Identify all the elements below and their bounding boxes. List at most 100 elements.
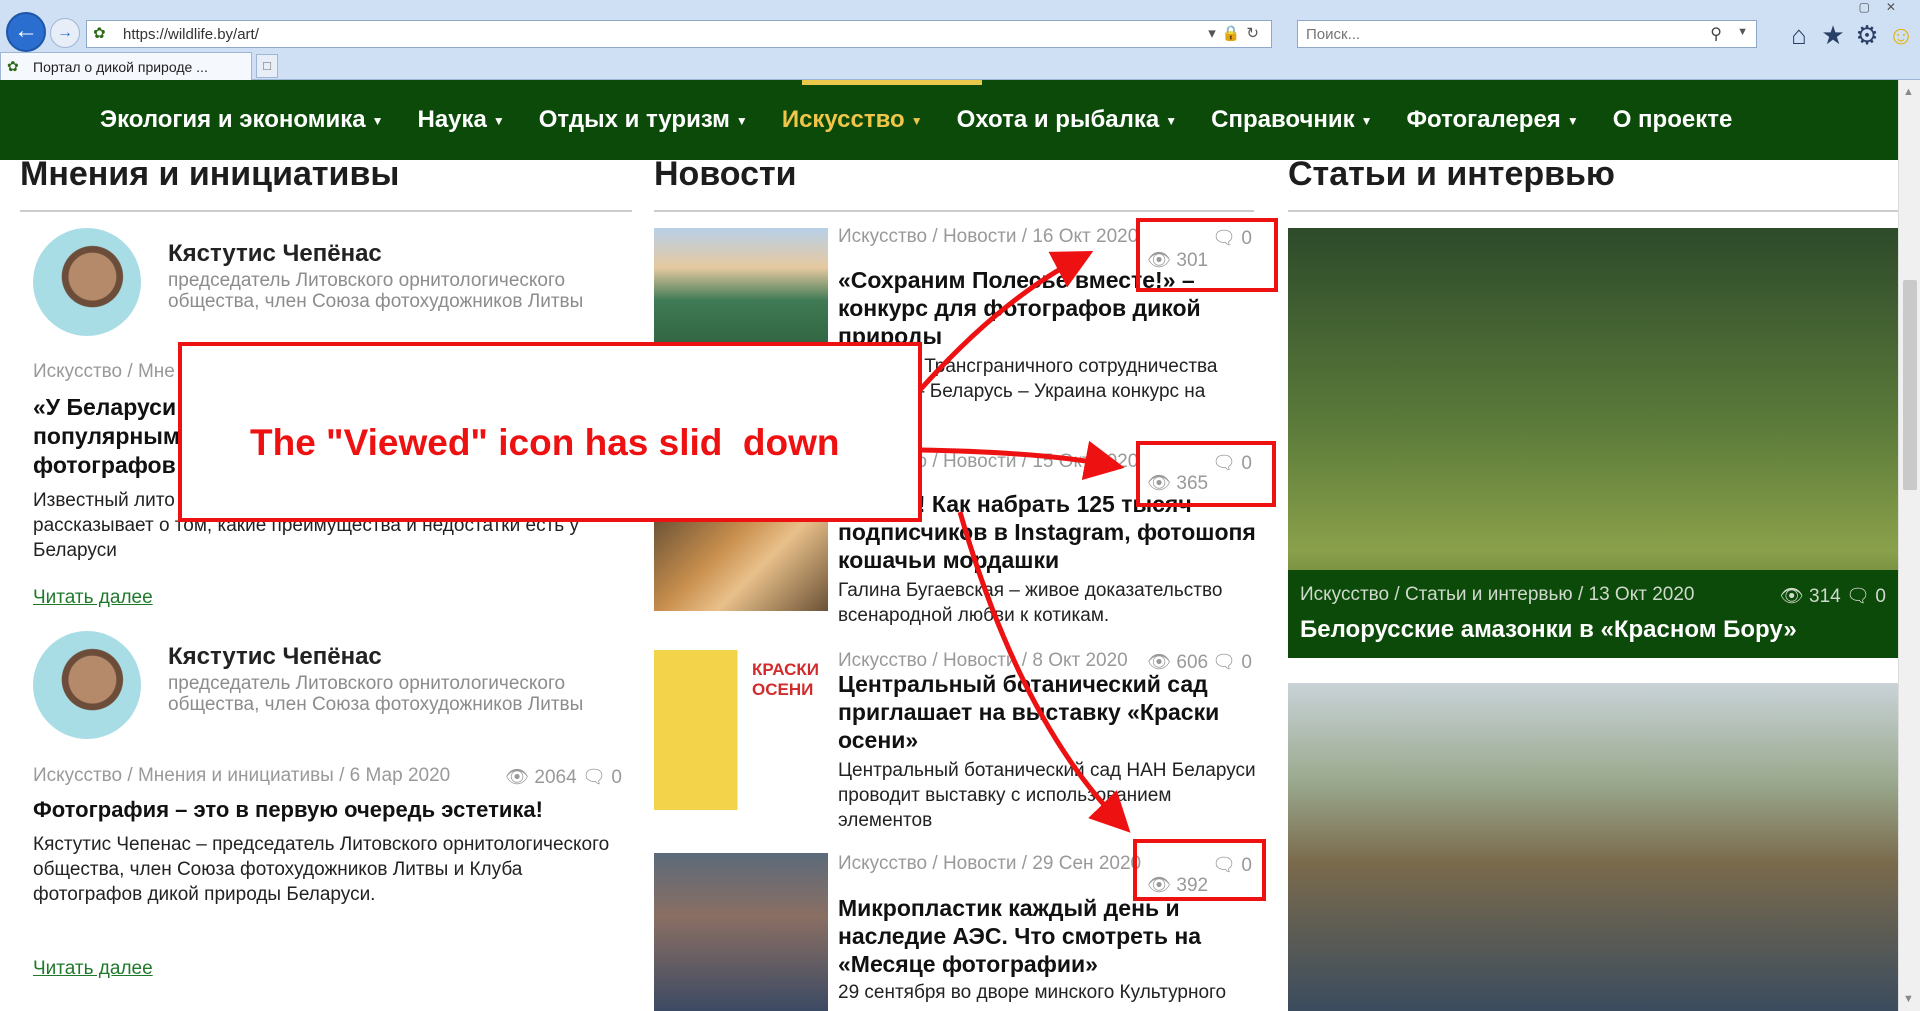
avatar[interactable] [33, 631, 141, 739]
post-meta: Искусство / Мнения и инициативы / 6 Мар … [33, 765, 451, 786]
eye-icon: 👁 [505, 767, 530, 788]
dropdown-icon[interactable]: ▾ [1208, 25, 1222, 42]
url-text[interactable]: https://wildlife.by/art/ [123, 26, 259, 43]
news-divider [654, 210, 1254, 212]
highlight-box [1136, 218, 1278, 292]
scroll-down-icon[interactable]: ▼ [1903, 993, 1914, 1005]
search-icon[interactable]: ⚲ [1710, 24, 1722, 44]
tab-row: ✿ Портал о дикой природе ... □ [0, 52, 1920, 80]
refresh-icon[interactable]: ↻ [1246, 25, 1265, 42]
browser-tab[interactable]: ✿ Портал о дикой природе ... [0, 52, 252, 80]
comment-icon: 🗨 [581, 767, 607, 788]
author-bio: председатель Литовского орнитологическог… [168, 270, 584, 312]
post-title-line: фотографов [33, 452, 176, 478]
caret-down-icon: ▼ [1566, 113, 1579, 128]
nav-science[interactable]: Наука ▼ [417, 106, 504, 134]
news-meta: Искусство / Новости / 8 Окт 2020 [838, 650, 1128, 671]
scroll-up-icon[interactable]: ▲ [1903, 86, 1914, 98]
scroll-thumb[interactable] [1903, 280, 1917, 490]
article-card[interactable]: Искусство / Статьи и интервью / 13 Окт 2… [1288, 228, 1898, 658]
nav-items: Экология и экономика ▼ Наука ▼ Отдых и туриз… [100, 106, 1766, 134]
eye-icon: 👁 [1779, 586, 1804, 607]
post-meta: Искусство / Мне [33, 361, 175, 382]
author-bio: председатель Литовского орнитологическог… [168, 673, 584, 715]
nav-label: Наука [417, 106, 487, 133]
news-title[interactable]: Микропластик каждый день и наследие АЭС.… [838, 894, 1258, 978]
address-actions: ▾🔒↻ [1208, 24, 1265, 42]
post-title[interactable]: «У Беларуси популярным фотографов [33, 393, 180, 480]
views-count: 2064 [534, 767, 577, 788]
nav-tourism[interactable]: Отдых и туризм ▼ [539, 106, 748, 134]
gear-icon[interactable]: ⚙ [1850, 20, 1884, 50]
browser-search-input[interactable] [1306, 25, 1686, 43]
news-desc: Галина Бугаевская – живое доказательство… [838, 580, 1223, 626]
paw-icon: ✿ [7, 58, 19, 74]
post-title-line: популярным [33, 423, 180, 449]
article-title[interactable]: Белорусские амазонки в «Красном Бору» [1300, 616, 1797, 644]
browser-chrome: ← → ✿ https://wildlife.by/art/ ▾🔒↻ ⚲ ▼ ⌂… [0, 0, 1920, 80]
annotation-callout: The "Viewed" icon has slid down [178, 342, 922, 522]
nav-label: Отдых и туризм [538, 106, 730, 133]
address-bar[interactable]: ✿ https://wildlife.by/art/ ▾🔒↻ [86, 20, 1272, 48]
news-title[interactable]: Центральный ботанический сад приглашает … [838, 670, 1258, 754]
news-desc: Центральный ботанический сад НАН Беларус… [838, 760, 1256, 831]
read-more-link[interactable]: Читать далее [33, 587, 153, 609]
nav-reference[interactable]: Справочник ▼ [1211, 106, 1372, 134]
browser-search-box[interactable]: ⚲ ▼ [1297, 20, 1757, 48]
nav-label: Искусство [781, 106, 905, 133]
article-meta: Искусство / Статьи и интервью / 13 Окт 2… [1300, 584, 1695, 605]
post-desc: Кястутис Чепенас – председатель Литовско… [33, 834, 610, 905]
caret-down-icon: ▼ [492, 113, 505, 128]
opinions-divider [20, 210, 632, 212]
comments-count: 0 [1875, 586, 1886, 607]
site-navigation: Экология и экономика ▼ Наука ▼ Отдых и туриз… [0, 80, 1898, 160]
author-name[interactable]: Кястутис Чепёнас [168, 643, 382, 671]
toolbar-icons: ⌂ ★ ⚙ ☺ [1782, 20, 1918, 50]
forward-arrow-icon[interactable]: → [50, 18, 80, 48]
paw-icon: ✿ [93, 25, 106, 42]
annotation-text: The "Viewed" icon has slid down [250, 422, 840, 463]
news-thumbnail[interactable]: КРАСКИ ОСЕНИ [654, 650, 828, 810]
article-card-image[interactable] [1288, 683, 1898, 1011]
nav-about[interactable]: О проекте [1613, 106, 1733, 134]
nav-hunting[interactable]: Охота и рыбалка ▼ [957, 106, 1178, 134]
post-title[interactable]: Фотография – это в первую очередь эстети… [33, 797, 543, 823]
views-count: 314 [1809, 586, 1841, 607]
caret-down-icon: ▼ [1360, 113, 1373, 128]
nav-label: Фотогалерея [1406, 106, 1561, 133]
avatar[interactable] [33, 228, 141, 336]
read-more-link[interactable]: Читать далее [33, 958, 153, 980]
search-dropdown-icon[interactable]: ▼ [1737, 26, 1748, 38]
nav-gallery[interactable]: Фотогалерея ▼ [1407, 106, 1579, 134]
new-tab-button[interactable]: □ [256, 54, 278, 78]
author-block: Кястутис Чепёнас председатель Литовского… [33, 228, 633, 338]
page-scrollbar[interactable]: ▲ ▼ [1898, 80, 1920, 1011]
active-indicator [802, 80, 982, 85]
smiley-icon[interactable]: ☺ [1884, 20, 1918, 50]
highlight-box [1136, 441, 1276, 507]
author-name[interactable]: Кястутис Чепёнас [168, 240, 382, 268]
highlight-box [1133, 839, 1266, 901]
window-controls[interactable]: ▢✕ [1859, 0, 1912, 14]
home-icon[interactable]: ⌂ [1782, 20, 1816, 50]
back-arrow-icon[interactable]: ← [6, 12, 46, 52]
nav-art[interactable]: Искусство ▼ [782, 106, 923, 134]
news-heading: Новости [654, 155, 797, 193]
news-meta: Искусство / Новости / 16 Окт 2020 [838, 226, 1139, 247]
lock-icon[interactable]: 🔒 [1222, 25, 1247, 42]
thumbnail-caption: КРАСКИ ОСЕНИ [752, 660, 819, 699]
articles-divider [1288, 210, 1898, 212]
star-icon[interactable]: ★ [1816, 20, 1850, 50]
news-meta: Искусство / Новости / 29 Сен 2020 [838, 853, 1142, 874]
caret-down-icon: ▼ [1165, 113, 1178, 128]
news-desc: 29 сентября во дворе минского Культурног… [838, 982, 1227, 1003]
articles-heading: Статьи и интервью [1288, 155, 1615, 193]
post-stats: 👁 2064 🗨 0 [505, 765, 622, 789]
post-title-line: «У Беларуси [33, 394, 177, 420]
news-thumbnail[interactable] [654, 853, 828, 1011]
nav-ecology[interactable]: Экология и экономика ▼ [100, 106, 383, 134]
news-thumbnail[interactable] [654, 228, 828, 360]
nav-label: Охота и рыбалка [956, 106, 1160, 133]
tab-title: Портал о дикой природе ... [33, 59, 208, 75]
comment-icon: 🗨 [1846, 586, 1871, 607]
